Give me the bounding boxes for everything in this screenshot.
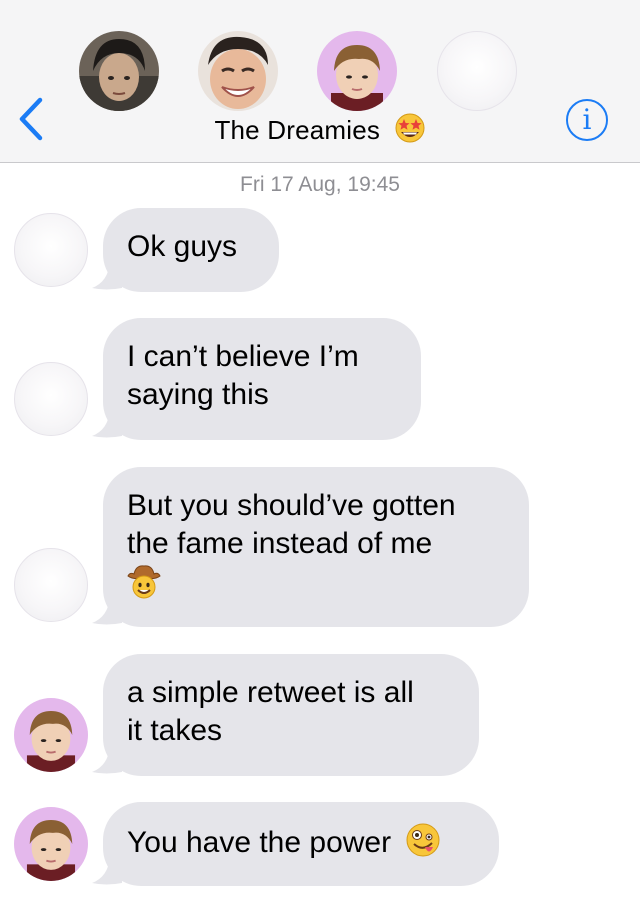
participant-avatar-4[interactable] <box>437 31 517 111</box>
sender-avatar[interactable] <box>14 213 88 287</box>
message-text-line: I can’t believe I’m <box>127 340 359 373</box>
zany-face-emoji-icon <box>405 822 441 868</box>
message-bubble[interactable]: Ok guys <box>103 208 279 292</box>
info-icon: i <box>582 103 592 136</box>
message-text-line: saying this <box>127 378 269 411</box>
message-bubble[interactable]: a simple retweet is all it takes <box>103 654 479 776</box>
sender-avatar[interactable] <box>14 807 88 881</box>
message-bubble[interactable]: You have the power <box>103 802 499 886</box>
star-struck-emoji-icon <box>394 113 426 150</box>
sender-avatar[interactable] <box>14 362 88 436</box>
message-text-line: But you should’ve gotten <box>127 489 456 522</box>
participant-avatar-1[interactable] <box>79 31 159 111</box>
message-text-line: the fame instead of me <box>127 527 433 560</box>
message-text: Ok guys <box>127 230 238 263</box>
info-button[interactable]: i <box>566 99 608 141</box>
conversation-title-button[interactable]: The Dreamies <box>0 113 640 150</box>
sender-avatar[interactable] <box>14 698 88 772</box>
participant-avatar-3[interactable] <box>317 31 397 111</box>
message-timestamp: Fri 17 Aug, 19:45 <box>240 173 400 196</box>
conversation-title: The Dreamies <box>214 115 381 145</box>
conversation-header: The Dreamies i <box>0 0 640 163</box>
message-text-line: a simple retweet is all <box>127 676 414 709</box>
message-bubble[interactable]: I can’t believe I’m saying this <box>103 318 421 440</box>
message-text: You have the power <box>127 826 392 859</box>
sender-avatar[interactable] <box>14 548 88 622</box>
participant-avatar-2[interactable] <box>198 31 278 111</box>
message-bubble[interactable]: But you should’ve gotten the fame instea… <box>103 467 529 627</box>
participant-avatars <box>0 30 640 112</box>
message-text-line: it takes <box>127 714 223 747</box>
cowboy-emoji-icon <box>127 563 161 609</box>
